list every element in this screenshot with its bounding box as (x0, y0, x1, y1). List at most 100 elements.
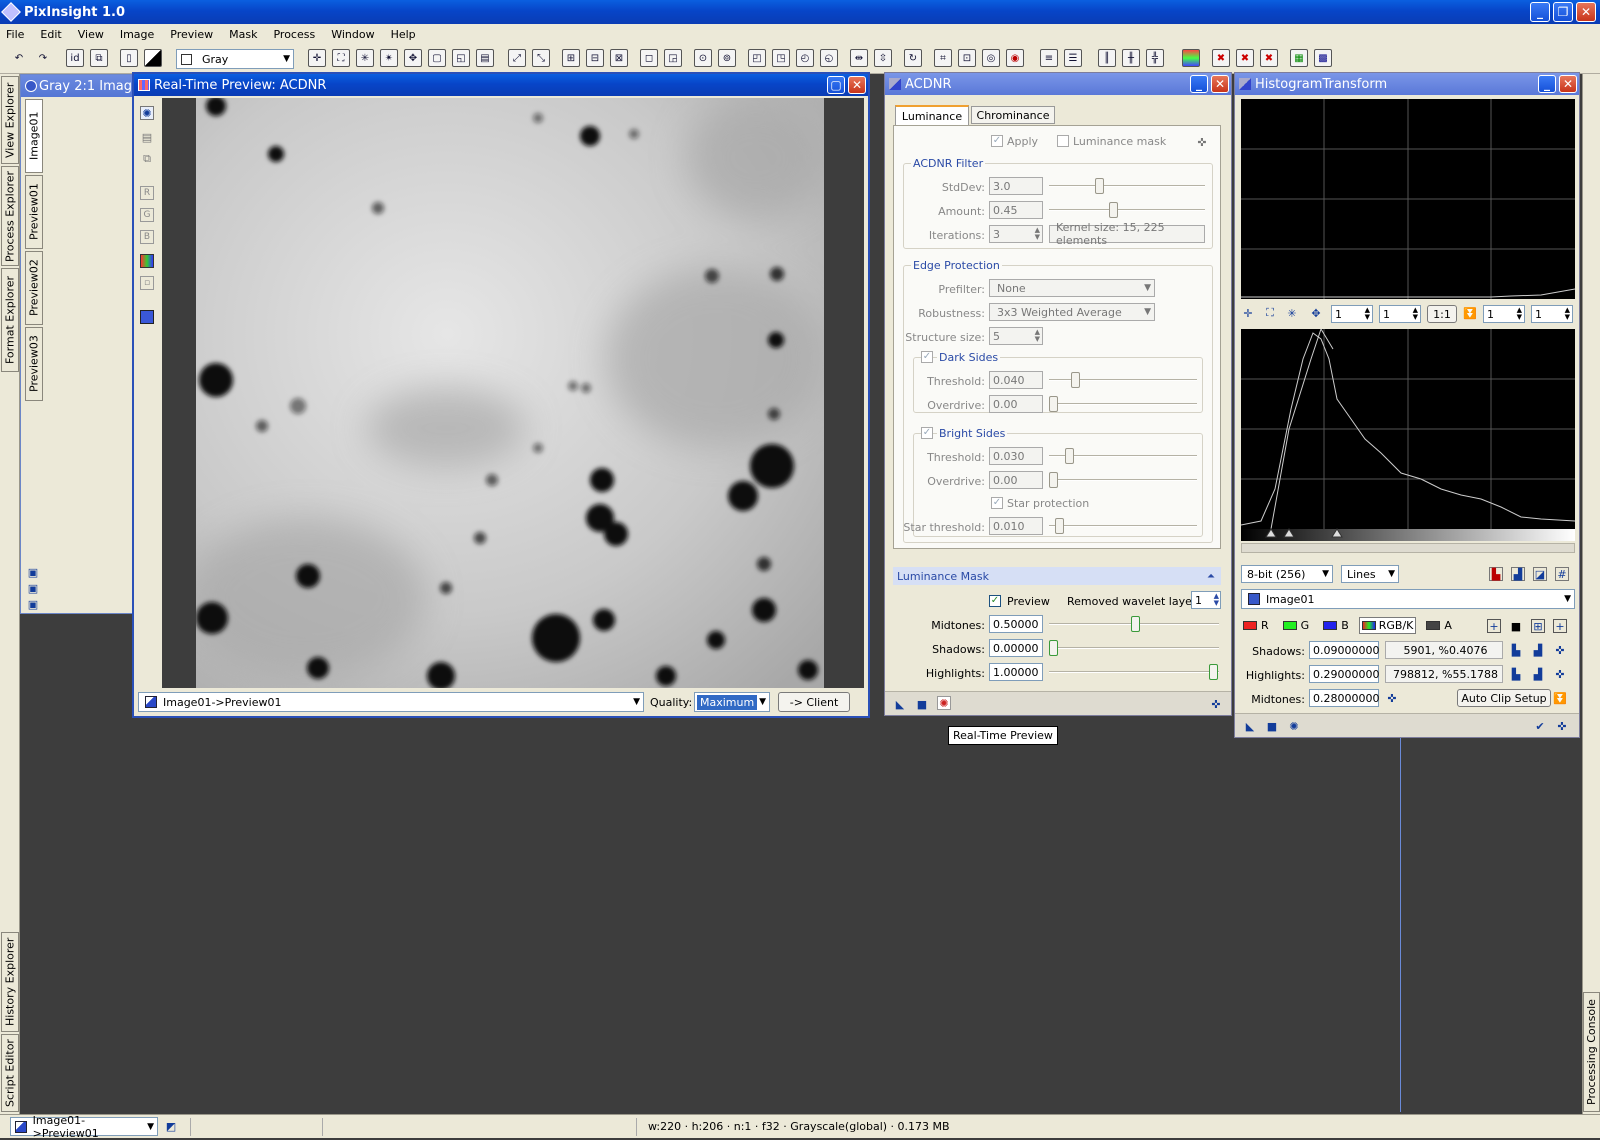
amount-slider-knob[interactable] (1109, 202, 1118, 218)
mask-highlights-slider[interactable] (1049, 664, 1219, 680)
hist-highlights-clip-2-icon[interactable]: ▟ (1531, 667, 1545, 681)
fit-view-icon[interactable]: ⤢ (508, 49, 526, 67)
hist-view-select[interactable]: Image01 ▼ (1241, 589, 1575, 609)
tab-preview02[interactable]: Preview02 (25, 251, 43, 325)
tab-image01[interactable]: Image01 (25, 99, 43, 173)
mask-preview-checkbox[interactable]: ✓ (989, 595, 1001, 607)
dark-threshold-input[interactable]: 0.040 (989, 371, 1043, 389)
zoom-in-icon[interactable]: ✳ (356, 49, 374, 67)
tab-view-explorer[interactable]: View Explorer (1, 76, 19, 164)
mask-shadows-slider[interactable] (1049, 640, 1219, 656)
view-mode-1-icon[interactable]: ▣ (26, 565, 40, 579)
menu-image[interactable]: Image (120, 28, 154, 41)
mask-shadows-input[interactable]: 0.00000 (989, 639, 1043, 657)
rtp-channel-a-icon[interactable]: ▫ (140, 276, 154, 290)
stf-auto-icon[interactable]: ⊚ (718, 49, 736, 67)
curves-icon[interactable]: ≡ (1040, 49, 1058, 67)
rtp-image-area[interactable] (162, 98, 864, 688)
menu-view[interactable]: View (78, 28, 104, 41)
zoom-out-icon[interactable]: ✴ (380, 49, 398, 67)
preview-list-icon[interactable]: ▤ (476, 49, 494, 67)
menu-help[interactable]: Help (391, 28, 416, 41)
hist-apply-global-icon[interactable]: ■ (1265, 719, 1279, 733)
mirror-h-icon[interactable]: ⇹ (850, 49, 868, 67)
frame-icon[interactable]: ◻ (640, 49, 658, 67)
spin-arrows-icon[interactable]: ▲ ▼ (1517, 307, 1522, 321)
apply-global-icon[interactable]: ■ (915, 697, 929, 711)
rtp-view-select[interactable]: Image01->Preview01 ▼ (138, 692, 644, 712)
tab-process-explorer[interactable]: Process Explorer (1, 166, 19, 266)
mask-shadows-slider-knob[interactable] (1049, 640, 1058, 656)
color-palette-icon[interactable] (1182, 49, 1200, 67)
dark-overdrive-input[interactable]: 0.00 (989, 395, 1043, 413)
hist-zoom-fit-icon[interactable]: ⛶ (1263, 306, 1277, 320)
geom-4-icon[interactable]: ◵ (820, 49, 838, 67)
bright-sides-checkbox[interactable]: ✓ (921, 427, 933, 439)
edit-preview-icon[interactable]: ◱ (452, 49, 470, 67)
crop-icon[interactable]: ⌗ (934, 49, 952, 67)
mask-icon[interactable]: ◎ (982, 49, 1000, 67)
hist-grid-icon[interactable]: # (1555, 567, 1569, 581)
hist-add-1-icon[interactable]: + (1487, 619, 1501, 633)
stf-icon[interactable]: ⊙ (694, 49, 712, 67)
mask-invert-icon[interactable]: ◉ (1006, 49, 1024, 67)
hist-zoom-y1[interactable]: 1 ▲ ▼ (1379, 305, 1421, 323)
identifier-icon[interactable]: id (66, 49, 84, 67)
bright-threshold-slider-knob[interactable] (1065, 448, 1074, 464)
geom-1-icon[interactable]: ◰ (748, 49, 766, 67)
bright-threshold-slider[interactable] (1049, 448, 1197, 464)
rtp-clone-icon[interactable]: ⧉ (140, 152, 154, 166)
hist-shadows-input[interactable]: 0.09000000 (1309, 641, 1379, 659)
hist-transfer-icon[interactable]: ◪ (1533, 567, 1547, 581)
mirror-v-icon[interactable]: ⇳ (874, 49, 892, 67)
channel-3-icon[interactable]: ╬ (1146, 49, 1164, 67)
hist-add-2-icon[interactable]: ■ (1509, 619, 1523, 633)
hist-link-icon[interactable]: ⏬ (1463, 306, 1477, 320)
amount-input[interactable]: 0.45 (989, 201, 1043, 219)
hist-shade-button[interactable]: _ (1538, 75, 1556, 93)
luminance-mask-section-header[interactable]: Luminance Mask ⏶ (893, 567, 1221, 585)
hist-midtones-input[interactable]: 0.28000000 (1309, 689, 1379, 707)
zoom-1-icon[interactable]: ⊞ (562, 49, 580, 67)
hist-pan-icon[interactable]: ✥ (1309, 306, 1323, 320)
amount-slider[interactable] (1049, 202, 1205, 218)
dark-threshold-slider[interactable] (1049, 372, 1197, 388)
fit-window-icon[interactable]: ⤡ (532, 49, 550, 67)
tab-chrominance[interactable]: Chrominance (971, 106, 1055, 124)
hist-close-button[interactable]: ✕ (1559, 75, 1577, 93)
hist-highlights-reset-icon[interactable]: ✜ (1553, 667, 1567, 681)
channel-blue-label[interactable]: B (1341, 619, 1349, 632)
channel-blue-swatch-icon[interactable] (1323, 620, 1338, 630)
structure-size-spinbox[interactable]: 5 ▲ ▼ (989, 327, 1043, 345)
minimize-button[interactable]: _ (1530, 2, 1550, 22)
maximize-button[interactable]: ❐ (1553, 2, 1573, 22)
mask-highlights-input[interactable]: 1.00000 (989, 663, 1043, 681)
background-image-window[interactable]: Gray 2:1 Image Image01 Preview01 Preview… (20, 74, 140, 614)
hist-apply-icon[interactable]: ✔ (1533, 719, 1547, 733)
tab-processing-console[interactable]: Processing Console (1583, 992, 1600, 1112)
star-threshold-slider[interactable] (1049, 518, 1197, 534)
iterations-spinbox[interactable]: 3 ▲ ▼ (989, 225, 1043, 243)
rgb-extract-icon[interactable]: ▩ (1314, 49, 1332, 67)
removed-layers-spinbox[interactable]: 1 ▲ ▼ (1191, 591, 1221, 609)
star-protection-checkbox[interactable]: ✓ (991, 497, 1003, 509)
readout-icon[interactable]: ✛ (308, 49, 326, 67)
rtp-channel-rgb-icon[interactable] (140, 254, 154, 268)
resample-icon[interactable]: ⊡ (958, 49, 976, 67)
dark-threshold-slider-knob[interactable] (1071, 372, 1080, 388)
channel-alpha-swatch-icon[interactable] (1426, 620, 1441, 630)
stddev-input[interactable]: 3.0 (989, 177, 1043, 195)
spin-arrows-icon[interactable]: ▲ ▼ (1565, 307, 1570, 321)
hist-add-3-icon[interactable]: ⊞ (1531, 619, 1545, 633)
clone-icon[interactable]: ⧉ (90, 49, 108, 67)
channel-rgbk-button[interactable]: RGB/K (1358, 616, 1417, 634)
hist-shadows-clip-1-icon[interactable]: ▙ (1509, 643, 1523, 657)
acdnr-shade-button[interactable]: _ (1190, 75, 1208, 93)
redo-icon[interactable]: ↷ (34, 49, 52, 67)
hist-zoom-x2[interactable]: 1 ▲ ▼ (1483, 305, 1525, 323)
hist-new-instance-icon[interactable]: ◣ (1243, 719, 1257, 733)
hist-highlights-clip-1-icon[interactable]: ▙ (1509, 667, 1523, 681)
auto-clip-setup-button[interactable]: Auto Clip Setup (1457, 689, 1551, 707)
new-preview-icon[interactable]: ▢ (428, 49, 446, 67)
mask-midtones-input[interactable]: 0.50000 (989, 615, 1043, 633)
